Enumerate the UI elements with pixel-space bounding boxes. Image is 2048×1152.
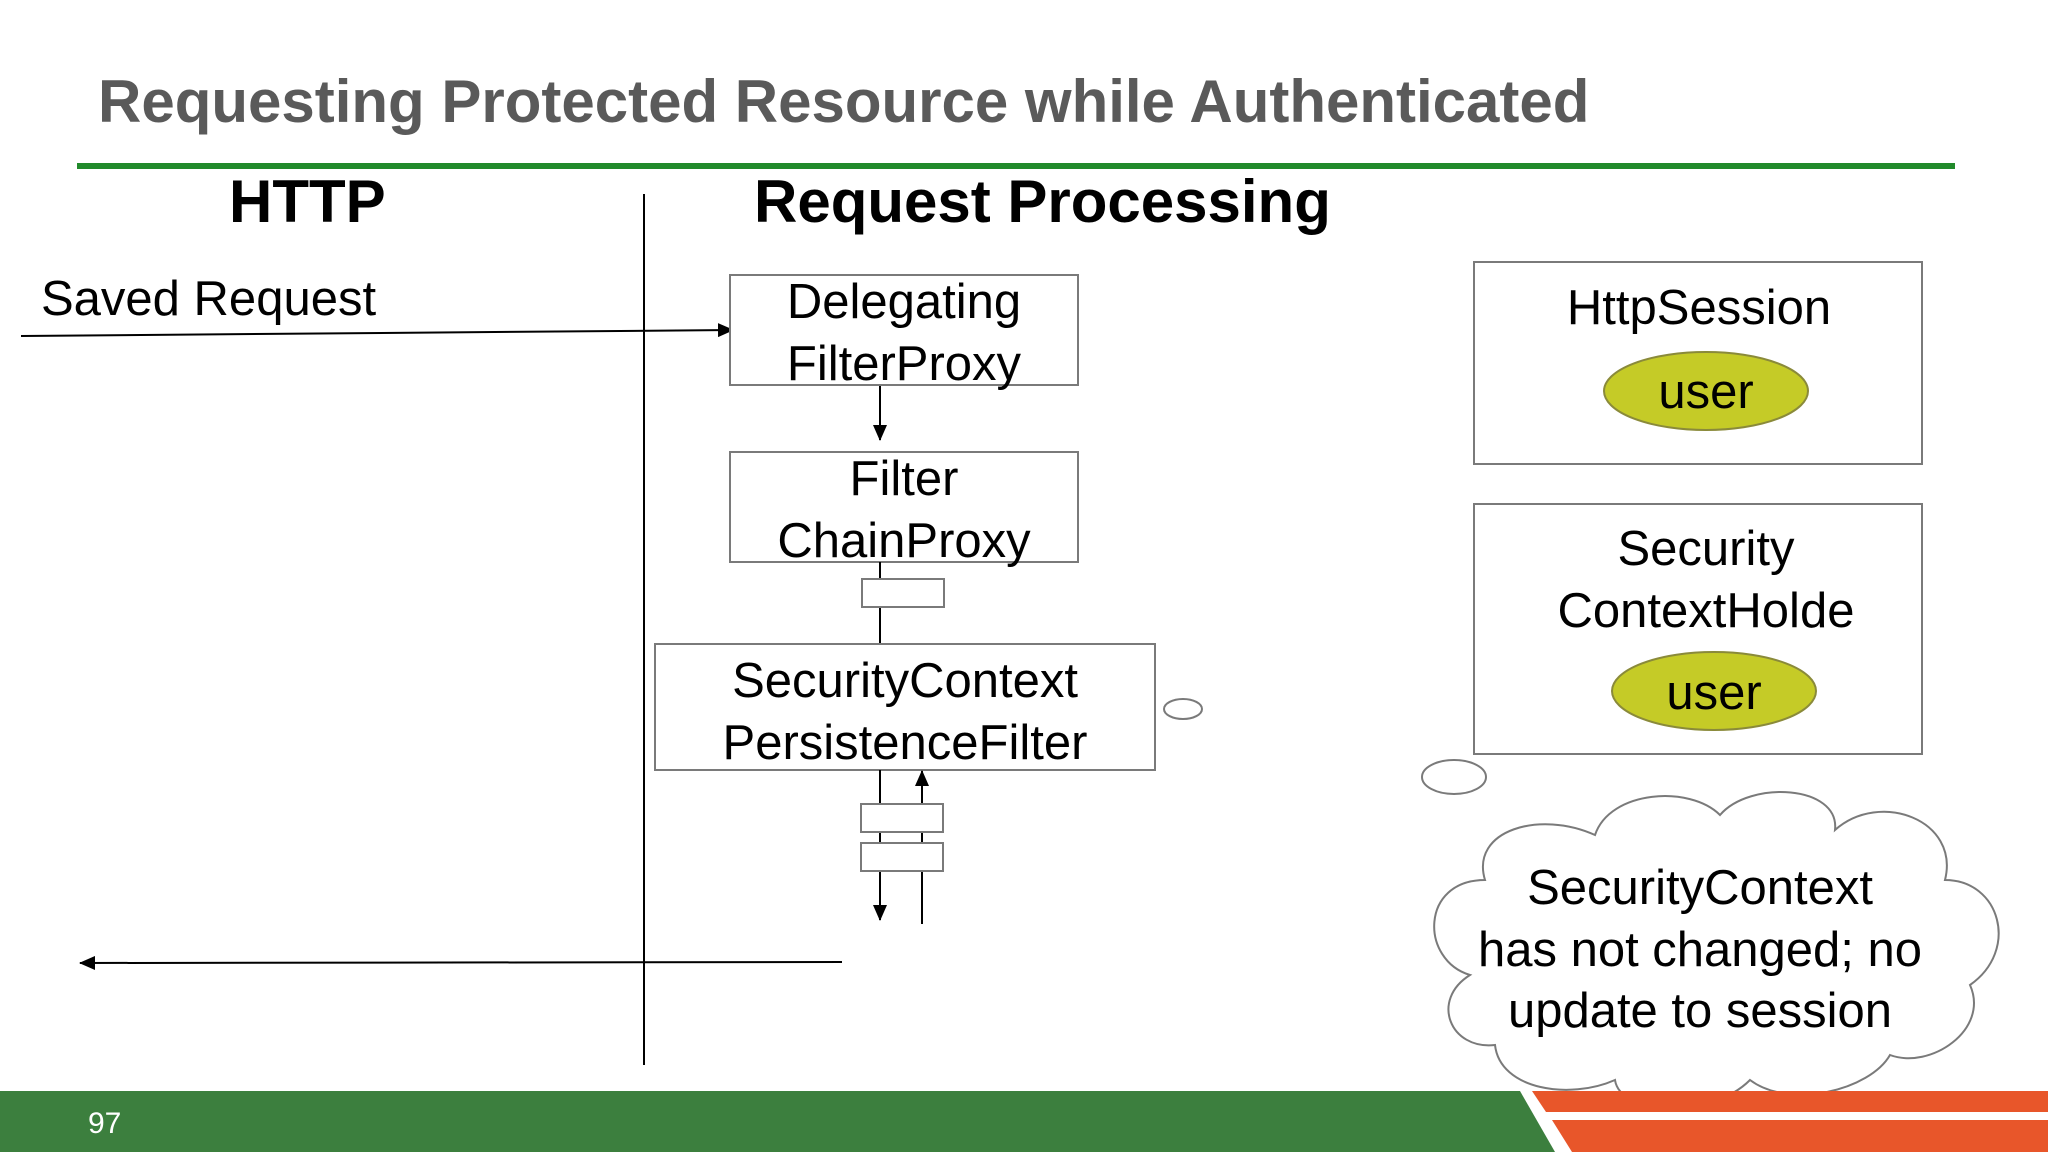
delegating-filter-proxy-line1: Delegating [787,275,1021,329]
footer-orange-stripe-1 [1532,1091,2048,1112]
thought-text-line2: has not changed; no [1478,923,1922,977]
footer-green-band [0,1091,1520,1152]
page-number: 97 [88,1107,121,1140]
thought-bubble-dot-1 [1163,698,1203,720]
filter-chain-proxy-line1: Filter [850,452,959,506]
thought-bubble-dot-2 [1421,759,1487,795]
filter-chain-proxy-line2: ChainProxy [777,514,1031,568]
security-context-holder-line2: ContextHolde [1558,584,1855,638]
downstream-filter-slot-2 [860,842,944,872]
http-column-heading: HTTP [229,168,386,235]
saved-request-label: Saved Request [41,272,376,326]
security-context-holder-line1: Security [1617,522,1795,576]
persistence-filter-line1: SecurityContext [732,654,1078,708]
thought-text-line3: update to session [1508,984,1892,1038]
holder-user-label: user [1666,666,1761,720]
downstream-filter-slot-1 [860,803,944,833]
slide-title: Requesting Protected Resource while Auth… [98,68,1589,135]
delegating-filter-proxy-line2: FilterProxy [787,337,1022,391]
incoming-request-arrow [20,323,734,338]
persistence-filter-line2: PersistenceFilter [723,716,1088,770]
session-user-label: user [1658,365,1753,419]
footer-orange-stripe-2 [1552,1120,2048,1152]
http-session-title: HttpSession [1567,281,1831,335]
thought-text-line1: SecurityContext [1527,861,1873,915]
slide-canvas: Requesting Protected Resource while Auth… [0,68,2048,1152]
outgoing-response-arrow [79,955,843,970]
processing-column-heading: Request Processing [754,168,1331,235]
chain-filter-slot [861,578,945,608]
